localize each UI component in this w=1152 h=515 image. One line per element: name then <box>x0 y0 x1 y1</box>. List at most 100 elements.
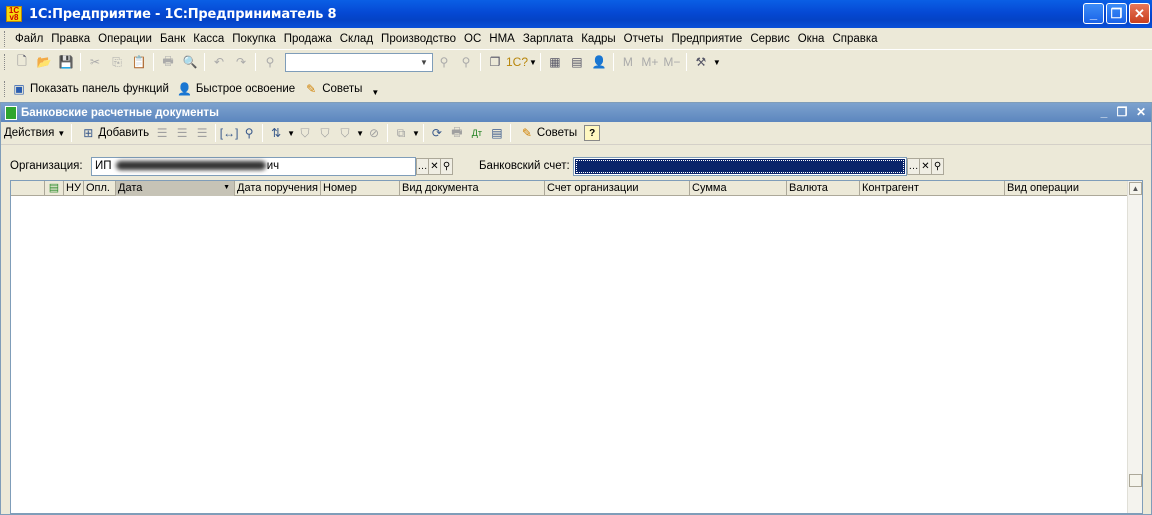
memory-m-button[interactable]: M <box>617 52 639 72</box>
doc-restore-button[interactable]: ❐ <box>1113 104 1131 120</box>
column-indicator[interactable] <box>11 181 45 196</box>
organization-field[interactable]: ИП ич <box>91 157 416 176</box>
scroll-thumb[interactable] <box>1129 474 1142 487</box>
chevron-down-icon[interactable]: ▼ <box>529 58 537 67</box>
create-based-on-icon[interactable]: ⧉ <box>391 124 411 142</box>
copy-icon[interactable]: ⎘ <box>106 52 128 72</box>
menu-enterprise[interactable]: Предприятие <box>667 33 746 45</box>
new-document-icon[interactable]: 🗋 <box>11 52 33 72</box>
actions-menu-button[interactable]: Действия ▼ <box>1 127 68 139</box>
column-header-date[interactable]: Дата ▼ <box>116 181 235 196</box>
bank-account-field[interactable] <box>573 157 907 176</box>
column-header-amount[interactable]: Сумма <box>690 181 787 196</box>
delete-row-icon[interactable]: ☰ <box>192 124 212 142</box>
menu-cash[interactable]: Касса <box>189 33 228 45</box>
toolbar-grip[interactable] <box>4 81 7 97</box>
quick-learn-button[interactable]: 👤 Быстрое освоение <box>177 81 295 97</box>
find-prev-icon[interactable]: ⚲ <box>455 52 477 72</box>
menu-production[interactable]: Производство <box>377 33 460 45</box>
filter-icon[interactable]: ⛉ <box>295 124 315 142</box>
menu-purchase[interactable]: Покупка <box>228 33 279 45</box>
column-header-counterparty[interactable]: Контрагент <box>860 181 1005 196</box>
sort-icon[interactable]: ⇅ <box>266 124 286 142</box>
vertical-scrollbar[interactable]: ▲ <box>1127 181 1142 513</box>
column-header-order-date[interactable]: Дата поручения <box>235 181 321 196</box>
toolbar-grip[interactable] <box>4 30 7 47</box>
menu-sales[interactable]: Продажа <box>280 33 336 45</box>
paste-icon[interactable]: 📋 <box>128 52 150 72</box>
menu-reports[interactable]: Отчеты <box>620 33 668 45</box>
column-header-nu[interactable]: НУ <box>64 181 84 196</box>
redo-icon[interactable]: ↷ <box>230 52 252 72</box>
cut-icon[interactable]: ✂ <box>84 52 106 72</box>
column-header-number[interactable]: Номер <box>321 181 400 196</box>
scroll-up-icon[interactable]: ▲ <box>1129 182 1142 195</box>
help-1c-icon[interactable]: 1С? <box>506 52 528 72</box>
minimize-button[interactable]: _ <box>1083 3 1104 24</box>
menu-edit[interactable]: Правка <box>47 33 94 45</box>
menu-fixed-assets[interactable]: ОС <box>460 33 485 45</box>
close-button[interactable]: ✕ <box>1129 3 1150 24</box>
menu-bank[interactable]: Банк <box>156 33 189 45</box>
menu-operations[interactable]: Операции <box>94 33 156 45</box>
open-search-icon[interactable]: ⚲ <box>931 158 944 175</box>
menu-windows[interactable]: Окна <box>794 33 829 45</box>
menu-help[interactable]: Справка <box>828 33 881 45</box>
chevron-down-icon[interactable]: ▼ <box>371 88 379 97</box>
memory-m-minus-button[interactable]: M− <box>661 52 683 72</box>
menu-warehouse[interactable]: Склад <box>336 33 377 45</box>
column-header-document-type[interactable]: Вид документа <box>400 181 545 196</box>
help-button[interactable]: ? <box>584 125 601 141</box>
chevron-down-icon[interactable]: ▼ <box>356 129 364 138</box>
print-icon[interactable]: 🖶 <box>157 52 179 72</box>
menu-service[interactable]: Сервис <box>746 33 793 45</box>
copy-row-icon[interactable]: ☰ <box>152 124 172 142</box>
print-icon[interactable]: 🖶 <box>447 124 467 142</box>
print-preview-icon[interactable]: 🔍 <box>179 52 201 72</box>
column-header-operation-type[interactable]: Вид операции <box>1005 181 1127 196</box>
menu-personnel[interactable]: Кадры <box>577 33 619 45</box>
find-binoculars-icon[interactable]: ⚲ <box>259 52 281 72</box>
column-header-currency[interactable]: Валюта <box>787 181 860 196</box>
column-header-org-account[interactable]: Счет организации <box>545 181 690 196</box>
menu-file[interactable]: Файл <box>11 33 47 45</box>
column-document-icon[interactable]: ▤ <box>45 181 64 196</box>
chevron-down-icon[interactable]: ▼ <box>713 58 721 67</box>
show-functions-panel-button[interactable]: ▣ Показать панель функций <box>11 81 169 97</box>
tips-button[interactable]: ✎ Советы <box>303 81 362 97</box>
windows-list-icon[interactable]: ❐ <box>484 52 506 72</box>
toolbar-grip[interactable] <box>4 54 7 70</box>
chevron-down-icon[interactable]: ▼ <box>287 129 295 138</box>
journal-entries-icon[interactable]: Дт <box>467 124 487 142</box>
filter-history-icon[interactable]: ⛉ <box>335 124 355 142</box>
memory-m-plus-button[interactable]: M+ <box>639 52 661 72</box>
column-header-paid[interactable]: Опл. <box>84 181 116 196</box>
menu-intangibles[interactable]: НМА <box>485 33 519 45</box>
calendar-icon[interactable]: ▤ <box>566 52 588 72</box>
doc-minimize-button[interactable]: _ <box>1095 104 1113 120</box>
restore-button[interactable]: ❐ <box>1106 3 1127 24</box>
search-combo[interactable]: ▼ <box>285 52 433 72</box>
user-icon[interactable]: 👤 <box>588 52 610 72</box>
save-icon[interactable]: 💾 <box>55 52 77 72</box>
tools-icon[interactable]: ⚒ <box>690 52 712 72</box>
clear-filter-icon[interactable]: ⊘ <box>364 124 384 142</box>
chevron-down-icon[interactable]: ▼ <box>412 129 420 138</box>
search-icon[interactable]: ⚲ <box>239 124 259 142</box>
open-search-icon[interactable]: ⚲ <box>440 158 453 175</box>
doc-tips-button[interactable]: ✎ Советы <box>514 124 580 142</box>
documents-table[interactable]: ▤ НУ Опл. Дата ▼ Дата поручения Номер Ви… <box>10 180 1143 514</box>
report-icon[interactable]: ▤ <box>487 124 507 142</box>
chevron-down-icon[interactable]: ▼ <box>417 55 431 70</box>
undo-icon[interactable]: ↶ <box>208 52 230 72</box>
edit-row-icon[interactable]: ☰ <box>172 124 192 142</box>
open-icon[interactable]: 📂 <box>33 52 55 72</box>
doc-close-button[interactable]: ✕ <box>1132 104 1150 120</box>
period-icon[interactable]: [↔] <box>219 124 239 142</box>
add-button[interactable]: ⊞ Добавить <box>75 124 152 142</box>
find-next-icon[interactable]: ⚲ <box>433 52 455 72</box>
calculator-icon[interactable]: ▦ <box>544 52 566 72</box>
refresh-icon[interactable]: ⟳ <box>427 124 447 142</box>
menu-salary[interactable]: Зарплата <box>519 33 577 45</box>
filter-by-value-icon[interactable]: ⛉ <box>315 124 335 142</box>
